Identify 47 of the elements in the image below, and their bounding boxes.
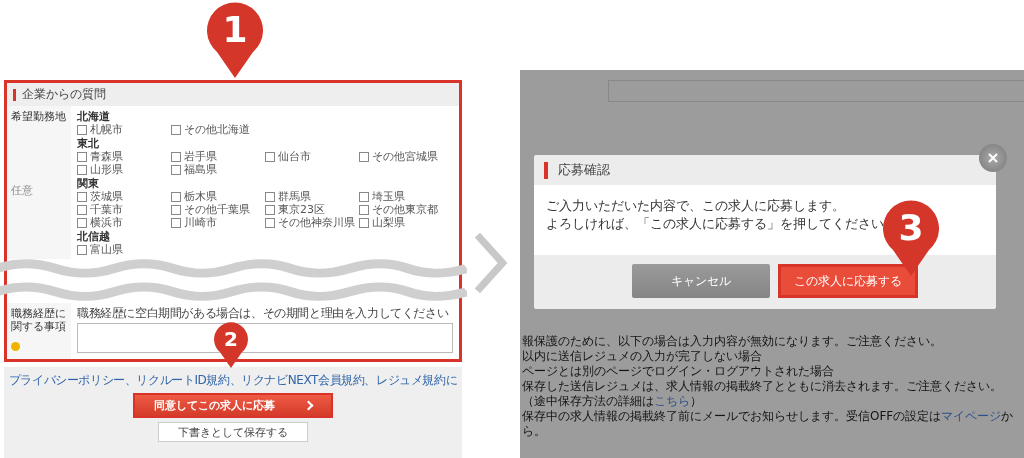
section-title: 企業からの質問 (22, 86, 106, 103)
note-text: 以内に送信レジュメの入力が完了しない場合 (522, 349, 763, 364)
step-marker: 2 (212, 322, 250, 368)
note-text: 保存した送信レジュメは、求人情報の掲載終了とともに消去されます。ご注意ください。（途中保存方法の詳細はこちら） (522, 379, 1003, 409)
note-text: ページとは別のページでログイン・ログアウトされた場合 (522, 364, 835, 379)
field-label: 希望勤務地 (11, 110, 66, 123)
optional-label: 任意 (11, 183, 33, 198)
note-text: 報保護のために、以下の場合は入力内容が無効になります。ご注意ください。 (522, 334, 943, 349)
field-label: 職務経歴に関する事項 (11, 307, 67, 333)
apply-button[interactable]: 同意してこの求人に応募 (133, 393, 333, 418)
checkbox-option[interactable]: 富山県 (77, 243, 171, 256)
region-heading: 東北 (77, 137, 100, 150)
checkbox-option[interactable]: 山形県 (77, 163, 171, 176)
checkbox-option[interactable]: 仙台市 (265, 150, 359, 163)
close-icon (988, 153, 998, 163)
help-icon (11, 341, 20, 351)
step-marker: 1 (205, 2, 265, 78)
checkbox-option[interactable]: 東京23区 (265, 203, 359, 216)
checkbox-option[interactable]: 栃木県 (171, 190, 265, 203)
terms-link[interactable]: プライバシーポリシー、リクルートID規約、リクナビNEXT会員規約、レジュメ規約に (8, 372, 458, 389)
checkbox-option[interactable]: 茨城県 (77, 190, 171, 203)
confirm-button[interactable]: この求人に応募する (778, 264, 918, 298)
checkbox-option[interactable]: その他神奈川県 (265, 216, 359, 229)
checkbox-option[interactable]: 札幌市 (77, 123, 171, 136)
checkbox-option[interactable]: 群馬県 (265, 190, 359, 203)
region-heading: 北信越 (77, 230, 111, 243)
region-heading: 関東 (77, 177, 100, 190)
input-field[interactable] (77, 323, 453, 353)
region-heading: 北海道 (77, 110, 111, 123)
checkbox-option[interactable]: 青森県 (77, 150, 171, 163)
save-draft-button[interactable]: 下書きとして保存する (158, 422, 308, 442)
checkbox-option[interactable]: 川崎市 (171, 216, 265, 229)
checkbox-option[interactable]: 福島県 (171, 163, 265, 176)
checkbox-option[interactable]: その他千葉県 (171, 203, 265, 216)
dialog-message: ご入力いただいた内容で、この求人に応募します。 (546, 197, 845, 215)
checkbox-option[interactable]: 横浜市 (77, 216, 171, 229)
checkbox-option[interactable]: その他宮城県 (359, 150, 453, 163)
dialog-title: 応募確認 (558, 161, 610, 179)
checkbox-option[interactable]: その他東京都 (359, 203, 453, 216)
checkbox-option[interactable]: 千葉市 (77, 203, 171, 216)
field-hint: 職務経歴に空白期間がある場合は、その期間と理由を入力してください (77, 306, 450, 321)
checkbox-option[interactable]: 岩手県 (171, 150, 265, 163)
checkbox-option[interactable]: 山梨県 (359, 216, 453, 229)
checkbox-option[interactable]: 埼玉県 (359, 190, 453, 203)
checkbox-option[interactable]: その他北海道 (171, 123, 265, 136)
dialog-message: よろしければ、「この求人に応募する」を押してください (546, 215, 884, 233)
note-text: 保存中の求人情報の掲載終了前にメールでお知らせします。受信OFFの設定はマイページから。 (522, 409, 1015, 439)
